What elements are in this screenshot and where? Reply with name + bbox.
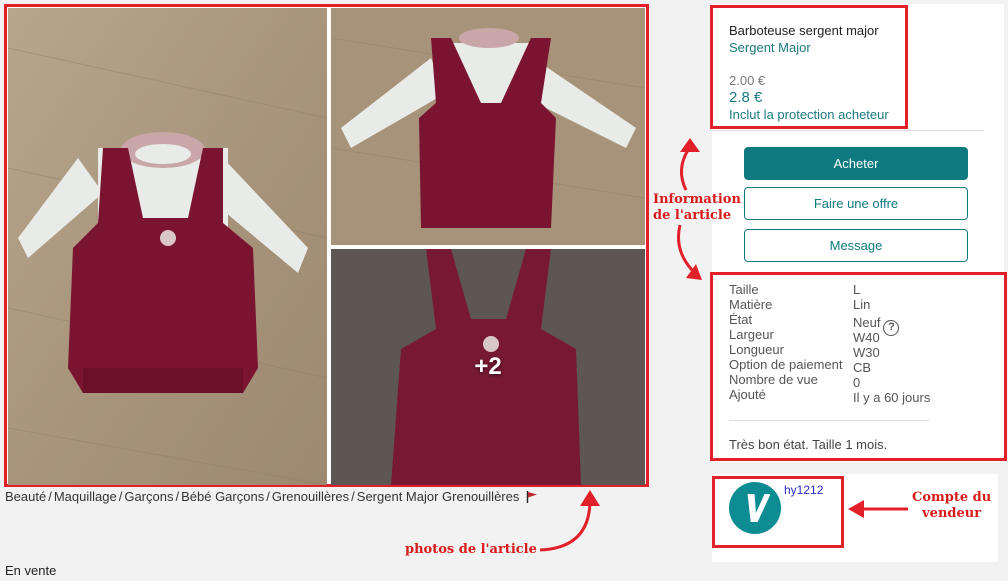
arrow-down-icon [677,224,694,272]
annotation-text: de l'article [653,208,732,223]
detail-value: Neuf [853,315,881,330]
avatar-letter-icon [747,494,770,522]
detail-value: W30 [853,345,880,360]
annotation-text: vendeur [922,506,982,521]
annotation-item-info: Information de l'article [653,192,741,224]
buyer-protection-link[interactable]: Inclut la protection acheteur [729,107,905,122]
help-icon[interactable]: ? [883,320,900,336]
seller-username[interactable]: hy1212 [784,483,823,497]
breadcrumb-item[interactable]: Beauté [5,489,46,504]
detail-label: Taille [729,282,759,297]
buy-button[interactable]: Acheter [744,147,968,180]
breadcrumb-item[interactable]: Bébé Garçons [181,489,264,504]
annotation-text: Compte du [912,490,992,505]
breadcrumb: Beauté / Maquillage / Garçons / Bébé Garçons / G… [5,489,538,506]
avatar[interactable] [729,482,781,534]
detail-value: Il y a 60 jours [853,390,931,405]
detail-value: W40 [853,330,880,345]
item-summary: Barboteuse sergent major Sergent Major 2… [710,5,908,129]
item-photo-main[interactable] [8,8,327,485]
more-photos-badge[interactable]: +2 [331,353,645,381]
item-photo-3[interactable]: +2 [331,249,645,485]
annotation-photos: photos de l'article [405,542,537,557]
breadcrumb-separator: / [175,489,180,504]
detail-value: L [853,282,861,297]
make-offer-button[interactable]: Faire une offre [744,187,968,220]
flag-icon[interactable] [526,491,538,506]
item-details: Taille L Matière Lin État Neuf? Largeur … [710,272,1007,461]
message-button[interactable]: Message [744,229,968,262]
breadcrumb-separator: / [48,489,52,504]
detail-value: CB [853,360,872,375]
total-price: 2.8 € [729,89,763,106]
arrow-up-icon [680,149,690,191]
breadcrumb-item[interactable]: Garçons [124,489,173,504]
detail-value: Lin [853,297,871,312]
brand-link[interactable]: Sergent Major [729,40,905,55]
detail-label: Nombre de vue [729,372,818,387]
detail-label: Option de paiement [729,357,843,372]
breadcrumb-item[interactable]: Grenouillères [272,489,349,504]
divider [712,130,984,131]
detail-label: Ajouté [729,387,766,402]
original-price: 2.00 € [729,73,766,88]
detail-label: Largeur [729,327,774,342]
breadcrumb-separator: / [266,489,270,504]
breadcrumb-separator: / [351,489,355,504]
item-title: Barboteuse sergent major [729,23,879,38]
detail-label: Matière [729,297,773,312]
annotation-seller: Compte du vendeur [912,490,991,522]
breadcrumb-separator: / [118,489,123,504]
detail-label: État [729,312,753,327]
breadcrumb-item[interactable]: Maquillage [54,489,117,504]
detail-value: 0 [853,375,861,390]
listing-status: En vente [5,563,57,578]
detail-label: Longueur [729,342,784,357]
breadcrumb-item[interactable]: Sergent Major Grenouillères [357,489,520,504]
divider [729,420,929,421]
photo-gallery: +2 [4,4,649,487]
item-description: Très bon état. Taille 1 mois. [729,437,888,452]
annotation-text: Information [653,192,741,207]
item-photo-2[interactable] [331,8,645,245]
